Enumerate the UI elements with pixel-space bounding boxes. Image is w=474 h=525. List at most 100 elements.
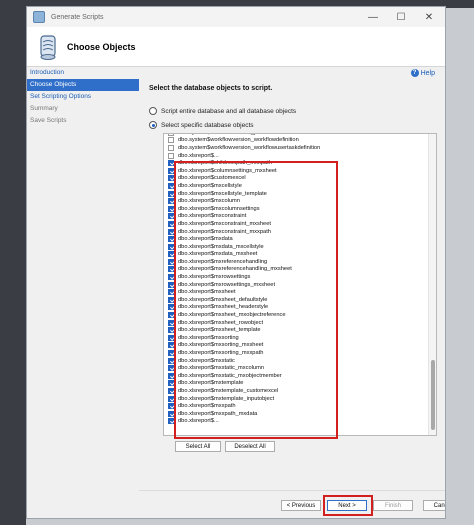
help-icon: ?	[410, 69, 419, 77]
list-item[interactable]: dbo.xlsreport$mxsheet_mxobjectreference	[164, 311, 428, 319]
list-item[interactable]: dbo.xlsreport$mxsorting_mxsheet	[164, 342, 428, 350]
object-checkbox[interactable]	[168, 403, 174, 410]
list-item[interactable]: dbo.xlsreport$mxsorting	[164, 334, 428, 342]
object-checkbox[interactable]	[168, 365, 174, 372]
object-checkbox[interactable]	[168, 410, 174, 417]
next-button[interactable]: Next >	[327, 500, 367, 511]
objects-list[interactable]: dbo.system$workflowversion_previousversi…	[163, 133, 437, 436]
object-checkbox[interactable]	[168, 342, 174, 349]
object-checkbox[interactable]	[168, 258, 174, 265]
list-item[interactable]: dbo.xlsreport$mxrowsettings_mxsheet	[164, 281, 428, 289]
list-item[interactable]: dbo.xlsreport$mxconstraint_mxxpath	[164, 228, 428, 236]
nav-item-introduction[interactable]: Introduction	[27, 67, 139, 79]
object-checkbox[interactable]	[168, 350, 174, 357]
object-checkbox[interactable]	[168, 395, 174, 402]
list-item[interactable]: dbo.xlsreport$mxstatic	[164, 357, 428, 365]
script-entire-db-option[interactable]: Script entire database and all database …	[149, 107, 296, 115]
list-item[interactable]: dbo.xlsreport$mxsorting_mxxpath	[164, 349, 428, 357]
list-item[interactable]: dbo.xlsreport$mxcellstyle	[164, 182, 428, 190]
cancel-button[interactable]: Cancel	[423, 500, 445, 511]
object-checkbox[interactable]	[168, 418, 174, 425]
radio-specific[interactable]	[149, 121, 157, 129]
maximize-button[interactable]: ☐	[389, 7, 413, 27]
object-checkbox[interactable]	[168, 334, 174, 341]
nav-item-choose-objects[interactable]: Choose Objects	[27, 79, 139, 91]
list-item[interactable]: dbo.xlsreport$mxsheet_headerstyle	[164, 304, 428, 312]
list-item[interactable]: dbo.xlsreport$mxrowsettings	[164, 273, 428, 281]
object-checkbox[interactable]	[168, 213, 174, 220]
list-item[interactable]: dbo.xlsreport$mxcolumn	[164, 197, 428, 205]
list-item[interactable]: dbo.xlsreport$mxtemplate_customexcel	[164, 387, 428, 395]
list-item[interactable]: dbo.xlsreport$mxconstraint	[164, 213, 428, 221]
radio-entire-db[interactable]	[149, 107, 157, 115]
list-item[interactable]: dbo.xlsreport$mxstatic_mxobjectmember	[164, 372, 428, 380]
object-checkbox[interactable]	[168, 220, 174, 227]
object-checkbox[interactable]	[168, 289, 174, 296]
list-item[interactable]: dbo.xlsreport$mxsheet	[164, 288, 428, 296]
list-item[interactable]: dbo.xlsreport$...	[164, 152, 428, 160]
select-all-button[interactable]: Select All	[175, 441, 221, 452]
list-item[interactable]: dbo.xlsreport$mxdata_mxcellstyle	[164, 243, 428, 251]
object-checkbox[interactable]	[168, 190, 174, 197]
object-checkbox[interactable]	[168, 198, 174, 205]
object-checkbox[interactable]	[168, 236, 174, 243]
list-item[interactable]: dbo.xlsreport$mxtemplate	[164, 380, 428, 388]
list-item[interactable]: dbo.xlsreport$mxxpath_mxdata	[164, 410, 428, 418]
list-item[interactable]: dbo.xlsreport$mxsheet_template	[164, 326, 428, 334]
object-checkbox[interactable]	[168, 160, 174, 167]
list-item[interactable]: dbo.xlsreport$mxsheet_defaultstyle	[164, 296, 428, 304]
object-checkbox[interactable]	[168, 327, 174, 334]
nav-item-set-scripting-options[interactable]: Set Scripting Options	[27, 91, 139, 103]
list-scrollbar[interactable]	[428, 134, 436, 435]
object-checkbox[interactable]	[168, 134, 174, 136]
list-item[interactable]: dbo.xlsreport$childmxxpath_mxxpath	[164, 159, 428, 167]
list-item[interactable]: dbo.xlsreport$mxsheet_rowobject	[164, 319, 428, 327]
object-checkbox[interactable]	[168, 175, 174, 182]
deselect-all-button[interactable]: Deselect All	[225, 441, 275, 452]
object-checkbox[interactable]	[168, 387, 174, 394]
list-item[interactable]: dbo.xlsreport$mxreferencehandling_mxshee…	[164, 266, 428, 274]
object-checkbox[interactable]	[168, 304, 174, 311]
list-item[interactable]: dbo.xlsreport$mxstatic_mxcolumn	[164, 364, 428, 372]
object-checkbox[interactable]	[168, 144, 174, 151]
object-checkbox[interactable]	[168, 274, 174, 281]
list-item[interactable]: dbo.xlsreport$columnsettings_mxsheet	[164, 167, 428, 175]
object-checkbox[interactable]	[168, 312, 174, 319]
list-item[interactable]: dbo.xlsreport$mxtemplate_inputobject	[164, 395, 428, 403]
object-checkbox[interactable]	[168, 228, 174, 235]
list-item[interactable]: dbo.xlsreport$mxreferencehandling	[164, 258, 428, 266]
list-item[interactable]: dbo.xlsreport$mxdata_mxsheet	[164, 251, 428, 259]
list-item[interactable]: dbo.xlsreport$customexcel	[164, 175, 428, 183]
minimize-button[interactable]: —	[361, 7, 385, 27]
select-specific-option[interactable]: Select specific database objects	[149, 121, 254, 129]
list-item[interactable]: dbo.xlsreport$mxcolumnsettings	[164, 205, 428, 213]
list-item[interactable]: dbo.system$workflowversion_workflowusert…	[164, 144, 428, 152]
object-checkbox[interactable]	[168, 296, 174, 303]
object-name: dbo.system$workflowversion_workflowusert…	[178, 144, 321, 151]
object-checkbox[interactable]	[168, 137, 174, 144]
object-checkbox[interactable]	[168, 380, 174, 387]
object-checkbox[interactable]	[168, 319, 174, 326]
list-item[interactable]: dbo.xlsreport$mxdata	[164, 235, 428, 243]
list-item[interactable]: dbo.xlsreport$mxcellstyle_template	[164, 190, 428, 198]
object-checkbox[interactable]	[168, 182, 174, 189]
object-checkbox[interactable]	[168, 251, 174, 258]
object-checkbox[interactable]	[168, 266, 174, 273]
app-icon	[33, 11, 45, 23]
object-checkbox[interactable]	[168, 243, 174, 250]
object-checkbox[interactable]	[168, 281, 174, 288]
object-checkbox[interactable]	[168, 167, 174, 174]
object-name: dbo.xlsreport$mxcellstyle_template	[178, 190, 267, 197]
scrollbar-thumb[interactable]	[431, 360, 435, 430]
list-item[interactable]: dbo.xlsreport$mxconstraint_mxsheet	[164, 220, 428, 228]
close-button[interactable]: ✕	[417, 7, 441, 27]
list-item[interactable]: dbo.xlsreport$...	[164, 418, 428, 426]
previous-button[interactable]: < Previous	[281, 500, 321, 511]
list-item[interactable]: dbo.system$workflowversion_workflowdefin…	[164, 137, 428, 145]
object-checkbox[interactable]	[168, 205, 174, 212]
list-item[interactable]: dbo.xlsreport$mxxpath	[164, 402, 428, 410]
object-checkbox[interactable]	[168, 372, 174, 379]
object-checkbox[interactable]	[168, 357, 174, 364]
object-checkbox[interactable]	[168, 152, 174, 159]
help-link[interactable]: ? Help	[410, 69, 435, 77]
